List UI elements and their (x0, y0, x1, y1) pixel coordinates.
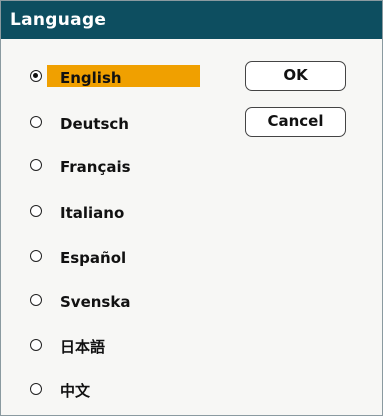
language-option-italiano[interactable]: Italiano (30, 198, 128, 224)
language-label: 日本語 (60, 338, 106, 356)
language-option-francais[interactable]: Français (30, 152, 135, 178)
language-option-chinese[interactable]: 中文 (30, 376, 94, 402)
radio-button[interactable] (30, 205, 42, 217)
radio-button[interactable] (30, 339, 42, 351)
language-label: Français (60, 158, 131, 176)
radio-button[interactable] (30, 250, 42, 262)
dialog-title: Language (1, 1, 382, 39)
radio-button-checked[interactable] (30, 70, 42, 82)
language-option-espanol[interactable]: Español (30, 243, 130, 269)
radio-button[interactable] (30, 294, 42, 306)
language-option-svenska[interactable]: Svenska (30, 287, 134, 313)
radio-button[interactable] (30, 116, 42, 128)
language-dialog: Language English Deutsch Français Italia… (0, 0, 383, 416)
language-label: Svenska (60, 293, 131, 311)
language-option-english[interactable]: English (30, 63, 200, 89)
cancel-button[interactable]: Cancel (245, 107, 346, 137)
language-label: Deutsch (60, 115, 129, 133)
language-label: Italiano (60, 204, 125, 222)
language-option-deutsch[interactable]: Deutsch (30, 109, 133, 135)
radio-button[interactable] (30, 159, 42, 171)
language-label: English (47, 65, 200, 87)
radio-button[interactable] (30, 383, 42, 395)
language-option-japanese[interactable]: 日本語 (30, 332, 109, 358)
language-label: Español (60, 249, 127, 267)
ok-button[interactable]: OK (245, 61, 346, 91)
language-label: 中文 (60, 382, 91, 400)
